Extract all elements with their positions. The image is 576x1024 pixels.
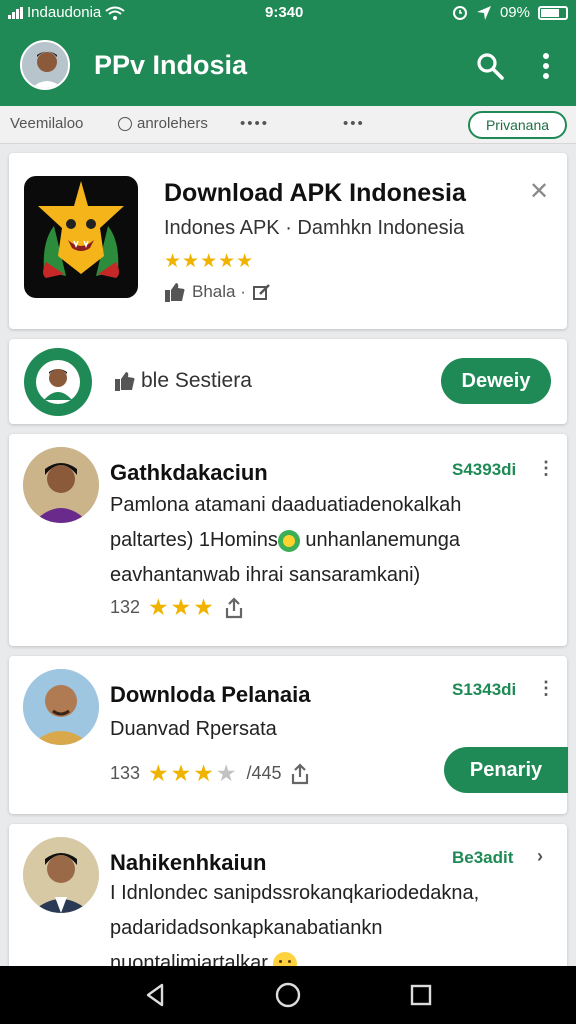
rating-row: 133 ★★★★ /445 bbox=[110, 760, 310, 787]
recents-icon[interactable] bbox=[406, 980, 436, 1010]
more-options-icon[interactable]: ⋮ bbox=[537, 678, 555, 699]
stars-filled: ★★★ bbox=[148, 760, 216, 786]
post-subtitle: Duanvad Rpersata bbox=[110, 718, 277, 740]
featured-rating-stars: ★★★★★ bbox=[164, 251, 255, 272]
filter-chip-1[interactable]: Veemilaloo bbox=[10, 115, 83, 132]
post-body-line: Pamlona atamani daaduatiadenokalkah bbox=[110, 494, 462, 516]
search-icon[interactable] bbox=[474, 50, 506, 82]
filter-chip-2[interactable]: anrolehers bbox=[118, 115, 208, 132]
close-icon[interactable]: ✕ bbox=[529, 177, 549, 206]
post-title[interactable]: Nahikenhkaiun bbox=[110, 850, 266, 876]
post-body-line: eavhantanwab ihrai sansaramkani) bbox=[110, 564, 421, 586]
home-icon[interactable] bbox=[273, 980, 303, 1010]
carrier-info: Indaudonia bbox=[8, 4, 125, 21]
profile-avatar[interactable] bbox=[20, 40, 70, 90]
promo-text: ble Sestiera bbox=[141, 369, 252, 392]
post-price: S4393di bbox=[452, 460, 517, 479]
thumbs-up-icon bbox=[115, 372, 135, 391]
clock: 9:340 bbox=[265, 4, 304, 21]
filter-chip-4[interactable]: ••• bbox=[343, 115, 365, 132]
more-options-icon[interactable] bbox=[534, 50, 558, 82]
rating-row: 132 ★★★ bbox=[110, 594, 244, 621]
back-icon[interactable] bbox=[140, 980, 170, 1010]
filter-chip-2-label: anrolehers bbox=[137, 115, 208, 132]
thumbs-up-icon[interactable] bbox=[164, 281, 186, 303]
status-bar: Indaudonia 9:340 09% bbox=[0, 0, 576, 26]
edit-icon[interactable] bbox=[252, 282, 272, 302]
featured-title: Download APK Indonesia bbox=[164, 179, 466, 207]
promo-button[interactable]: Deweiy bbox=[441, 358, 551, 404]
location-icon bbox=[476, 5, 491, 20]
promo-label: ble Sestiera bbox=[113, 369, 252, 393]
share-icon[interactable] bbox=[290, 762, 310, 785]
filter-chip-3[interactable]: •••• bbox=[240, 115, 269, 132]
avatar[interactable] bbox=[23, 669, 99, 745]
promo-avatar bbox=[24, 348, 92, 416]
featured-meta: Bhala · bbox=[164, 281, 272, 303]
badge-icon bbox=[277, 529, 300, 552]
rating-count: 133 bbox=[110, 763, 141, 783]
signal-icon bbox=[8, 6, 23, 19]
promo-card: ble Sestiera Deweiy bbox=[9, 339, 567, 424]
carrier-name: Indaudonia bbox=[27, 4, 102, 21]
post-price: S1343di bbox=[452, 680, 517, 699]
post-body-text: unhanlanemunga bbox=[305, 529, 460, 551]
system-nav-bar bbox=[0, 966, 576, 1024]
rating-stars: ★★★★ bbox=[148, 760, 238, 787]
app-bar: Indaudonia 9:340 09% PPv Indosia bbox=[0, 0, 576, 106]
chevron-right-icon[interactable]: › bbox=[537, 846, 543, 867]
featured-app-card[interactable]: Download APK Indonesia Indones APK · Dam… bbox=[9, 153, 567, 329]
post-card[interactable]: Gathkdakaciun S4393di ⋮ Pamlona atamani … bbox=[9, 434, 567, 646]
stars-empty: ★ bbox=[215, 760, 239, 786]
wifi-icon bbox=[105, 6, 125, 20]
app-title: PPv Indosia bbox=[94, 50, 248, 80]
avatar[interactable] bbox=[23, 447, 99, 523]
rating-stars: ★★★ bbox=[148, 594, 216, 620]
rating-count: 132 bbox=[110, 597, 141, 617]
rating-extra: /445 bbox=[246, 763, 282, 783]
status-right: 09% bbox=[452, 4, 568, 21]
post-body-text: paltartes) 1Homins bbox=[110, 529, 278, 551]
post-title[interactable]: Gathkdakaciun bbox=[110, 460, 268, 486]
post-body-line: I Idnlondec sanipdssrokanqkariodedakna, bbox=[110, 882, 480, 904]
more-options-icon[interactable]: ⋮ bbox=[537, 458, 555, 479]
post-price: Be3adit bbox=[452, 848, 514, 867]
post-body: Pamlona atamani daaduatiadenokalkah palt… bbox=[110, 488, 461, 593]
avatar[interactable] bbox=[23, 837, 99, 913]
app-logo-icon bbox=[24, 176, 138, 298]
post-card[interactable]: Nahikenhkaiun Be3adit › I Idnlondec sani… bbox=[9, 824, 567, 976]
post-card[interactable]: Downloda Pelanaia S1343di ⋮ Duanvad Rper… bbox=[9, 656, 568, 814]
featured-meta-text: Bhala · bbox=[192, 282, 246, 301]
post-body-line: padaridadsonkapkanabatiankn bbox=[110, 917, 383, 939]
radio-icon bbox=[118, 116, 132, 131]
featured-subtitle: Indones APK · Damhkn Indonesia bbox=[164, 217, 465, 239]
action-button[interactable]: Penariy bbox=[444, 747, 568, 793]
filter-bar: Veemilaloo anrolehers •••• ••• Privanana bbox=[0, 106, 576, 144]
filter-pill[interactable]: Privanana bbox=[468, 111, 567, 139]
alarm-icon bbox=[452, 5, 467, 20]
post-title[interactable]: Downloda Pelanaia bbox=[110, 682, 311, 708]
battery-percent: 09% bbox=[499, 4, 530, 21]
post-body-line: paltartes) 1Homins unhanlanemunga bbox=[110, 523, 461, 558]
share-icon[interactable] bbox=[224, 596, 244, 619]
battery-icon bbox=[538, 5, 568, 20]
